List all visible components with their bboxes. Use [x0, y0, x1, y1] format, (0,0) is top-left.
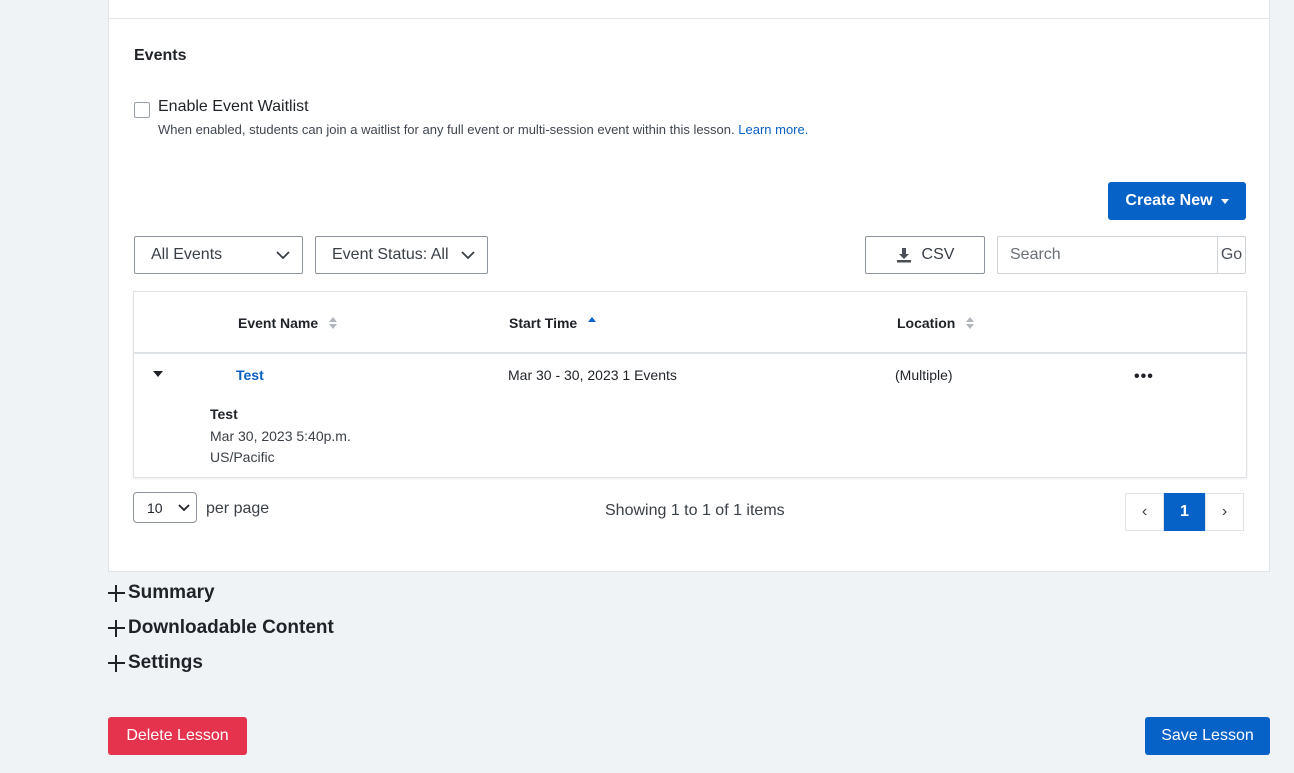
- showing-count: Showing 1 to 1 of 1 items: [605, 502, 785, 519]
- prev-page-button[interactable]: ‹: [1125, 493, 1164, 531]
- column-header-location[interactable]: Location: [897, 315, 975, 331]
- create-new-label: Create New: [1125, 192, 1213, 209]
- events-filter-value: All Events: [151, 246, 223, 263]
- save-lesson-button[interactable]: Save Lesson: [1145, 717, 1270, 755]
- more-actions-icon[interactable]: •••: [1134, 368, 1154, 386]
- search-go-button[interactable]: Go: [1218, 237, 1245, 273]
- accordion-settings[interactable]: Settings: [108, 652, 203, 674]
- sort-asc-icon: [588, 317, 597, 329]
- plus-icon: [108, 584, 125, 602]
- status-filter-value: Event Status: All: [332, 246, 449, 263]
- accordion-downloadable-content[interactable]: Downloadable Content: [108, 617, 334, 639]
- column-header-start-time[interactable]: Start Time: [509, 315, 597, 331]
- accordion-label: Summary: [128, 582, 215, 603]
- caret-down-icon: [1220, 198, 1229, 204]
- waitlist-label[interactable]: Enable Event Waitlist: [158, 98, 309, 116]
- column-label: Event Name: [238, 315, 319, 331]
- expand-row-caret-icon[interactable]: [153, 371, 163, 377]
- delete-lesson-button[interactable]: Delete Lesson: [108, 717, 247, 755]
- events-table: Event Name Start Time Location Test Mar …: [133, 291, 1247, 478]
- csv-label: CSV: [921, 246, 955, 263]
- sort-icon: [329, 317, 338, 329]
- chevron-down-icon: [461, 251, 475, 260]
- csv-download-button[interactable]: CSV: [865, 236, 985, 274]
- event-name-link[interactable]: Test: [236, 367, 264, 383]
- accordion-label: Downloadable Content: [128, 617, 334, 638]
- session-timezone: US/Pacific: [210, 449, 275, 465]
- plus-icon: [108, 654, 125, 672]
- event-start-time: Mar 30 - 30, 2023 1 Events: [508, 367, 677, 383]
- column-label: Location: [897, 315, 956, 331]
- chevron-down-icon: [178, 504, 190, 512]
- search-group: Go: [997, 236, 1246, 274]
- per-page-select[interactable]: 10: [133, 492, 197, 523]
- page-1-button[interactable]: 1: [1164, 493, 1205, 531]
- per-page-label: per page: [206, 500, 270, 517]
- waitlist-checkbox[interactable]: [134, 102, 150, 118]
- plus-icon: [108, 619, 125, 637]
- event-location: (Multiple): [895, 367, 953, 383]
- session-title: Test: [210, 406, 238, 422]
- waitlist-help-text: When enabled, students can join a waitli…: [158, 122, 735, 137]
- next-page-button[interactable]: ›: [1205, 493, 1244, 531]
- session-date: Mar 30, 2023 5:40p.m.: [210, 428, 351, 444]
- column-label: Start Time: [509, 315, 578, 331]
- status-filter-select[interactable]: Event Status: All: [315, 236, 488, 274]
- pagination: ‹ 1 ›: [1125, 493, 1244, 531]
- accordion-label: Settings: [128, 652, 203, 673]
- sort-icon: [966, 317, 975, 329]
- waitlist-help: When enabled, students can join a waitli…: [158, 122, 808, 137]
- events-filter-select[interactable]: All Events: [134, 236, 303, 274]
- table-header: Event Name Start Time Location: [134, 292, 1246, 354]
- per-page-value: 10: [147, 499, 163, 516]
- events-panel: Events Enable Event Waitlist When enable…: [108, 0, 1270, 572]
- create-new-button[interactable]: Create New: [1108, 182, 1246, 220]
- learn-more-link[interactable]: Learn more.: [738, 122, 808, 137]
- column-header-event-name[interactable]: Event Name: [238, 315, 338, 331]
- download-icon: [896, 248, 911, 263]
- section-title: Events: [134, 47, 187, 64]
- chevron-down-icon: [276, 251, 290, 260]
- accordion-summary[interactable]: Summary: [108, 582, 215, 604]
- divider: [109, 18, 1269, 19]
- search-input[interactable]: [998, 237, 1218, 273]
